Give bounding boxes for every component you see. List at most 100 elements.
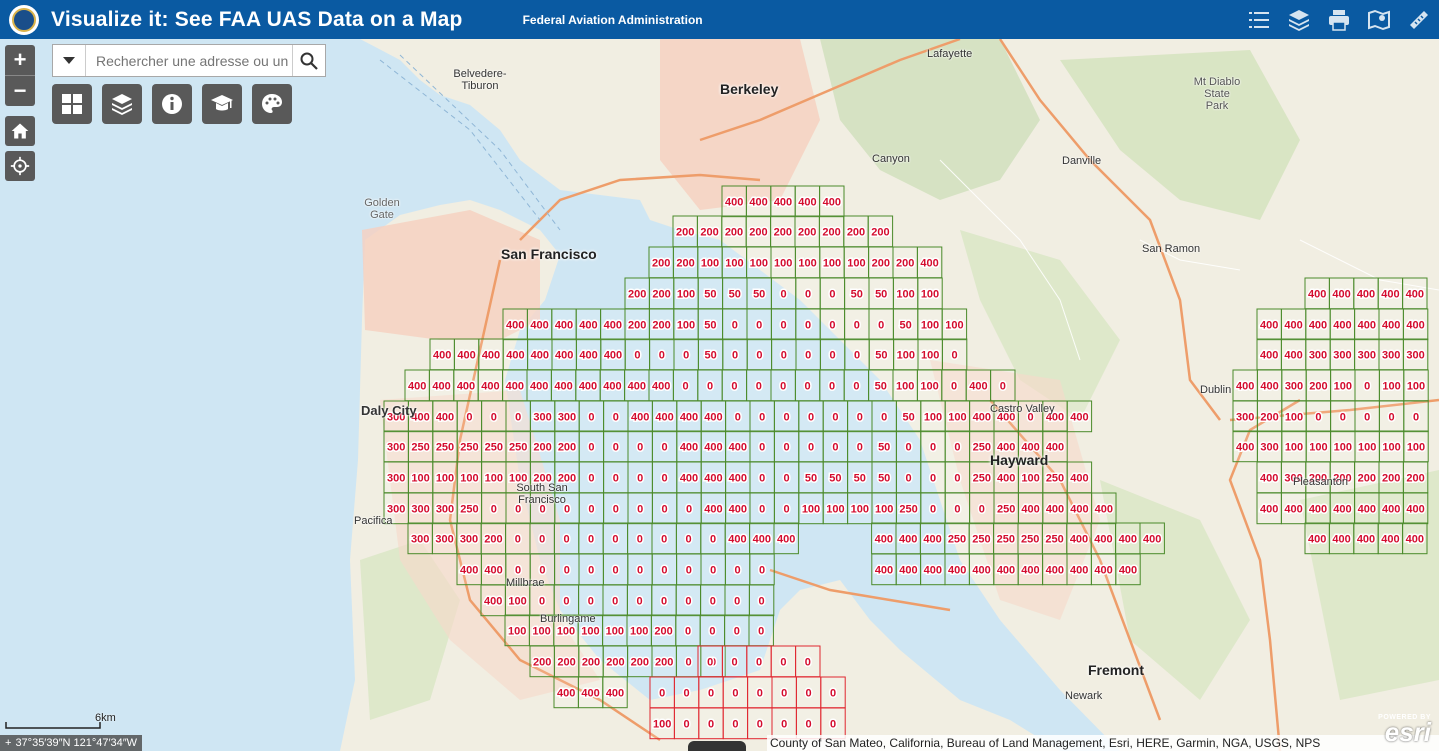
grid-cell-label: 400	[753, 533, 771, 545]
grid-cell-label: 250	[997, 533, 1015, 545]
grid-cell-label: 100	[485, 472, 503, 484]
grid-cell-label: 400	[655, 411, 673, 423]
grid-cell-label: 400	[1046, 441, 1064, 453]
grid-cell-label: 400	[1236, 380, 1254, 392]
grid-cell-label: 300	[1260, 441, 1278, 453]
grid-cell-label: 100	[508, 625, 526, 637]
grid-cell-label: 0	[613, 441, 619, 453]
grid-cell-label: 100	[653, 718, 671, 730]
grid-cell-label: 0	[830, 349, 836, 361]
grid-cell-label: 100	[1382, 441, 1400, 453]
grid-cell-label: 0	[952, 349, 958, 361]
home-button[interactable]	[5, 116, 35, 146]
grid-cell-label: 400	[436, 411, 454, 423]
zoom-in-button[interactable]: +	[5, 45, 35, 75]
coordinate-readout[interactable]: + 37°35′39″N 121°47′34″W	[0, 735, 143, 751]
grid-cell-label: 0	[954, 441, 960, 453]
grid-cell-label: 400	[530, 319, 548, 331]
grid-cell-label: 400	[1382, 319, 1400, 331]
search-source-dropdown[interactable]	[53, 45, 86, 76]
grid-cell-label: 400	[777, 533, 795, 545]
grid-cell-label: 200	[774, 226, 792, 238]
grid-cell-label: 100	[508, 595, 526, 607]
grid-cell-label: 0	[930, 441, 936, 453]
search-icon	[300, 52, 318, 70]
grid-cell-label: 0	[686, 656, 692, 668]
basemap-gallery-button[interactable]	[52, 84, 92, 124]
grid-cell-label: 0	[659, 687, 665, 699]
grid-cell-label: 0	[759, 595, 765, 607]
zoom-out-button[interactable]: −	[5, 76, 35, 106]
measure-icon[interactable]	[1399, 0, 1439, 39]
grid-cell-label: 0	[637, 564, 643, 576]
basemap-icon[interactable]	[1359, 0, 1399, 39]
scale-bar	[5, 722, 101, 729]
grid-cell-label: 0	[707, 656, 713, 668]
grid-cell-label: 400	[1309, 503, 1327, 515]
grid-cell-label: 400	[1284, 503, 1302, 515]
grid-cell-label: 0	[759, 411, 765, 423]
grid-cell-label: 0	[683, 380, 689, 392]
layer-list-button[interactable]	[102, 84, 142, 124]
grid-cell-label: 0	[1389, 411, 1395, 423]
legend-icon[interactable]	[1239, 0, 1279, 39]
panel-collapse-tab[interactable]	[688, 741, 746, 751]
grid-cell-label: 250	[973, 472, 991, 484]
place-label: Daly City	[361, 403, 417, 418]
grid-cell-label: 0	[683, 349, 689, 361]
grid-cell-label: 400	[1021, 503, 1039, 515]
info-button[interactable]	[152, 84, 192, 124]
grid-cell-label: 400	[1406, 288, 1424, 300]
locate-button[interactable]	[5, 151, 35, 181]
grid-cell-label: 0	[1364, 380, 1370, 392]
grid-cell-label: 400	[1332, 533, 1350, 545]
palette-button[interactable]	[252, 84, 292, 124]
grid-cell-label: 100	[851, 503, 869, 515]
grid-cell-label: 0	[637, 533, 643, 545]
grid-cell-label: 100	[557, 625, 575, 637]
grid-cell-label: 400	[923, 533, 941, 545]
grid-cell-label: 0	[759, 503, 765, 515]
map-view[interactable]: 400 400 400 400 400 200 200 200 200 200 200 200 200 2…	[0, 39, 1439, 751]
education-button[interactable]	[202, 84, 242, 124]
grid-cell-label: 0	[637, 441, 643, 453]
grid-cell-label: 0	[805, 656, 811, 668]
grid-cell-label: 0	[588, 441, 594, 453]
grid-cell-label: 0	[857, 441, 863, 453]
grid-cell-label: 0	[830, 718, 836, 730]
grid-cell-label: 300	[1358, 349, 1376, 361]
grid-cell-label: 50	[851, 288, 863, 300]
grid-cell-label: 250	[972, 533, 990, 545]
grid-cell-label: 100	[436, 472, 454, 484]
grid-cell-label: 0	[637, 595, 643, 607]
search-button[interactable]	[292, 45, 325, 76]
print-icon[interactable]	[1319, 0, 1359, 39]
grid-cell-label: 0	[732, 319, 738, 331]
esri-logo: POWERED BY esri	[1378, 714, 1431, 747]
grid-cell-label: 0	[515, 533, 521, 545]
grid-cell-label: 0	[759, 564, 765, 576]
grid-cell-label: 200	[652, 319, 670, 331]
place-label: Newark	[1065, 690, 1103, 702]
grid-cell-label: 300	[558, 411, 576, 423]
grid-cell-label: 400	[1236, 441, 1254, 453]
grid-cell-label: 300	[1406, 349, 1424, 361]
layers-icon[interactable]	[1279, 0, 1319, 39]
grid-cell-label: 0	[1413, 411, 1419, 423]
grid-cell-label: 400	[1284, 349, 1302, 361]
grid-cell-label: 0	[1340, 411, 1346, 423]
grid-cell-label: 100	[826, 503, 844, 515]
grid-cell-label: 200	[847, 226, 865, 238]
grid-cell-label: 400	[481, 380, 499, 392]
grid-cell-label: 200	[676, 257, 694, 269]
grid-cell-label: 0	[756, 380, 762, 392]
grid-cell-label: 400	[484, 595, 502, 607]
grid-cell-label: 100	[1021, 472, 1039, 484]
city-label: Berkeley	[720, 81, 779, 97]
grid-cell-label: 0	[784, 411, 790, 423]
grid-cell-label: 400	[997, 472, 1015, 484]
grid-cell-label: 0	[710, 533, 716, 545]
grid-cell-label: 200	[582, 656, 600, 668]
grid-cell-label: 200	[871, 226, 889, 238]
search-input[interactable]	[86, 45, 292, 76]
